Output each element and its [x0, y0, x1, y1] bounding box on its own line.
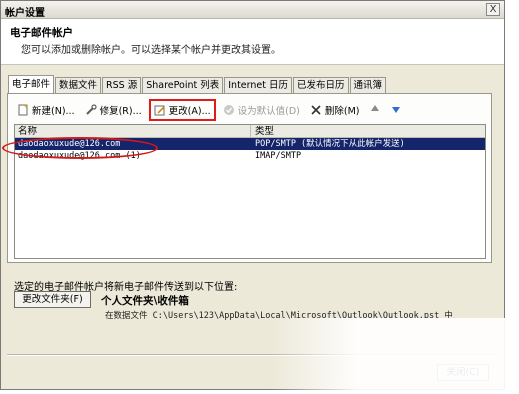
new-button[interactable]: 新建(N)... — [14, 100, 78, 120]
change-folder-button[interactable]: 更改文件夹(F) — [14, 291, 91, 308]
tab-address-books[interactable]: 通讯簿 — [349, 77, 387, 93]
tab-sharepoint-lists[interactable]: SharePoint 列表 — [142, 77, 224, 93]
dialog-header: 电子邮件帐户 您可以添加或删除帐户。可以选择某个帐户并更改其设置。 — [1, 19, 504, 65]
window-title: 帐户设置 — [5, 8, 45, 19]
column-header-type[interactable]: 类型 — [251, 125, 485, 137]
remove-button[interactable]: 删除(M) — [307, 100, 363, 120]
annotation-circle — [2, 137, 158, 159]
tab-strip: 电子邮件 数据文件 RSS 源 SharePoint 列表 Internet 日… — [8, 75, 387, 93]
change-button[interactable]: 更改(A)... — [148, 99, 216, 121]
repair-icon — [85, 104, 97, 116]
down-arrow-icon — [390, 104, 402, 116]
move-down-button[interactable] — [388, 100, 407, 120]
new-icon — [17, 104, 29, 116]
remove-button-label: 删除(M) — [324, 106, 360, 117]
tab-rss-feeds[interactable]: RSS 源 — [102, 77, 142, 93]
repair-button[interactable]: 修复(R)... — [82, 100, 145, 120]
check-icon — [223, 104, 235, 116]
account-type: POP/SMTP (默认情况下从此帐户发送) — [255, 139, 405, 149]
tab-internet-calendars[interactable]: Internet 日历 — [224, 77, 292, 93]
title-bar: 帐户设置 X — [1, 1, 504, 19]
header-description: 您可以添加或删除帐户。可以选择某个帐户并更改其设置。 — [21, 45, 281, 56]
account-type: IMAP/SMTP — [255, 151, 302, 161]
account-toolbar: 新建(N)... 修复(R)... 更改(A)... 设为默认值(D) 删除(M… — [14, 99, 409, 121]
new-button-label: 新建(N)... — [32, 106, 75, 117]
change-icon — [154, 104, 166, 116]
email-tab-panel: 新建(N)... 修复(R)... 更改(A)... 设为默认值(D) 删除(M… — [7, 93, 492, 263]
delivery-folder-name: 个人文件夹\收件箱 — [101, 295, 189, 307]
up-arrow-icon — [369, 104, 381, 116]
tab-email[interactable]: 电子邮件 — [8, 75, 55, 93]
tab-published-calendars[interactable]: 已发布日历 — [293, 77, 349, 93]
repair-button-label: 修复(R)... — [99, 106, 142, 117]
account-settings-dialog: 帐户设置 X 电子邮件帐户 您可以添加或删除帐户。可以选择某个帐户并更改其设置。… — [0, 0, 505, 390]
footer-divider — [7, 354, 499, 356]
set-default-label: 设为默认值(D) — [237, 106, 300, 117]
set-default-button[interactable]: 设为默认值(D) — [220, 100, 303, 120]
header-title: 电子邮件帐户 — [10, 27, 73, 39]
tab-data-files[interactable]: 数据文件 — [55, 77, 102, 93]
delivery-folder-path: 在数据文件 C:\Users\123\AppData\Local\Microso… — [105, 311, 453, 321]
column-header-name[interactable]: 名称 — [15, 125, 251, 137]
move-up-button[interactable] — [367, 100, 386, 120]
close-button[interactable]: 关闭(C) — [437, 364, 489, 381]
change-button-label: 更改(A)... — [168, 106, 211, 117]
close-window-icon[interactable]: X — [486, 3, 500, 16]
delete-icon — [310, 104, 322, 116]
